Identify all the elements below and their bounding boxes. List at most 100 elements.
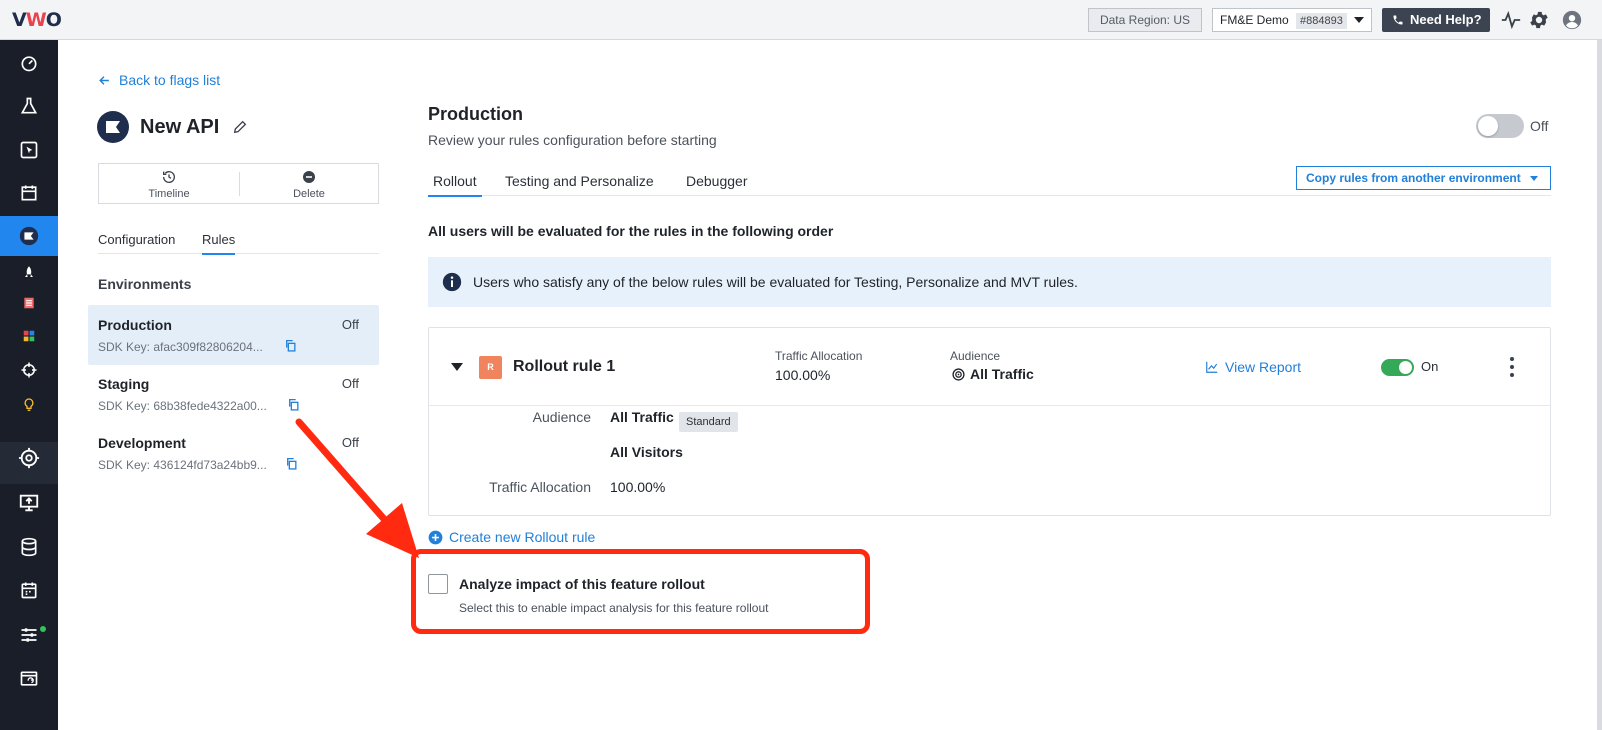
analyze-impact-subtitle: Select this to enable impact analysis fo… [459,601,769,615]
copy-icon[interactable] [284,339,297,352]
sidebar-item-feature-management[interactable] [0,216,58,256]
rocket-icon [25,266,33,277]
detail-audience-label: Audience [532,409,591,425]
more-options-icon[interactable] [1509,355,1517,379]
sidebar-item-insights[interactable] [0,130,58,170]
sidebar-item-target[interactable] [0,350,58,390]
window-edge [1597,40,1602,730]
grid-icon [23,330,35,342]
back-label: Back to flags list [119,72,221,88]
calendar-icon [21,185,37,201]
environment-toggle[interactable] [1476,114,1524,138]
present-icon [19,494,39,512]
list-icon [24,297,34,309]
environment-production[interactable]: Production Off SDK Key: afac309f82806204… [88,305,379,365]
data-region-badge: Data Region: US [1088,8,1202,32]
copy-icon[interactable] [285,457,298,470]
tab-configuration[interactable]: Configuration [98,232,175,247]
info-text: Users who satisfy any of the below rules… [473,274,1078,290]
user-icon[interactable] [1561,9,1583,31]
copy-rules-label: Copy rules from another environment [1306,171,1521,185]
sidebar-item-ideas[interactable] [0,385,58,425]
chevron-down-icon [1530,176,1538,181]
audience-type-tag: Standard [679,412,738,432]
rule-header[interactable]: R Rollout rule 1 Traffic Allocation 100.… [429,328,1550,406]
caret-down-icon[interactable] [451,363,463,371]
rule-name: Rollout rule 1 [513,358,616,375]
chevron-down-icon [1354,17,1364,23]
crosshair-icon [18,447,40,469]
sidebar-item-plan[interactable] [0,173,58,213]
timeline-button[interactable]: Timeline [99,164,239,203]
delete-button[interactable]: Delete [239,164,379,203]
view-report-label: View Report [1225,359,1302,375]
activity-icon[interactable] [1500,9,1522,31]
sidebar-item-present[interactable] [0,483,58,523]
target-icon [21,362,37,378]
sdk-key: SDK Key: 436124fd73a24bb9... [98,458,267,472]
vwo-logo[interactable]: VWO [12,9,62,31]
detail-traffic-value: 100.00% [610,479,666,495]
analyze-impact-checkbox[interactable] [428,574,448,594]
sidebar-item-browser[interactable] [0,659,58,699]
account-name: FM&E Demo [1220,13,1289,27]
rollout-rule-card: R Rollout rule 1 Traffic Allocation 100.… [428,327,1551,516]
environment-status: Off [341,435,359,450]
environment-subtitle: Review your rules configuration before s… [428,132,717,148]
toggle-knob [1478,116,1498,136]
account-selector[interactable]: FM&E Demo #884893 [1212,8,1372,32]
arrow-left-icon [99,76,109,85]
rule-toggle[interactable] [1381,359,1414,376]
environment-name: Staging [98,376,150,392]
delete-label: Delete [293,188,325,200]
tab-rollout[interactable]: Rollout [428,173,482,197]
tab-testing-personalize[interactable]: Testing and Personalize [505,173,654,189]
left-tabs: Configuration Rules [98,230,379,255]
copy-icon[interactable] [287,398,300,411]
detail-audience-value: All Traffic [610,409,674,425]
flag-icon [19,226,39,246]
plus-circle-icon [428,530,443,545]
evaluation-order-text: All users will be evaluated for the rule… [428,223,834,239]
info-banner: Users who satisfy any of the below rules… [428,257,1551,307]
sidebar-item-testing[interactable] [0,86,58,126]
target-icon [952,368,965,381]
browser-icon [20,671,38,686]
flag-actions: Timeline Delete [98,163,379,204]
history-icon [163,171,175,183]
environment-toggle-label: Off [1530,118,1549,134]
need-help-button[interactable]: Need Help? [1382,8,1490,32]
detail-visitors: All Visitors [610,444,683,460]
sidebar-item-data[interactable] [0,527,58,567]
gear-icon[interactable] [1528,9,1550,31]
sidebar-item-schedule[interactable] [0,570,58,610]
analyze-impact-title: Analyze impact of this feature rollout [459,576,705,592]
view-report-link[interactable]: View Report [1205,359,1301,375]
info-icon [442,272,462,292]
audience-value: All Traffic [952,366,1034,382]
detail-traffic-label: Traffic Allocation [489,479,591,495]
sidebar-item-dashboard[interactable] [0,43,58,83]
tab-debugger[interactable]: Debugger [686,173,748,189]
environment-development[interactable]: Development Off SDK Key: 436124fd73a24bb… [88,423,379,483]
back-to-flags-link[interactable]: Back to flags list [98,72,220,88]
flag-icon [106,121,120,133]
sidebar-item-crosshair[interactable] [0,438,58,478]
sdk-key: SDK Key: 68b38fede4322a00... [98,399,267,413]
phone-icon [1393,15,1403,25]
tab-rules[interactable]: Rules [202,232,236,255]
timeline-label: Timeline [148,188,190,200]
environments-heading: Environments [98,276,192,292]
create-rollout-rule-link[interactable]: Create new Rollout rule [428,529,595,545]
copy-rules-dropdown[interactable]: Copy rules from another environment [1296,166,1551,190]
sidebar-item-settings[interactable] [0,615,58,655]
sliders-icon [21,628,37,642]
pencil-icon[interactable] [232,119,248,135]
environment-name: Development [98,435,186,451]
environment-status: Off [341,317,359,332]
flag-avatar [97,111,129,143]
environment-status: Off [341,376,359,391]
app-window: VWO Data Region: US FM&E Demo #884893 Ne… [0,0,1602,730]
environment-staging[interactable]: Staging Off SDK Key: 68b38fede4322a00... [88,364,379,424]
rule-type-badge: R [479,356,502,379]
